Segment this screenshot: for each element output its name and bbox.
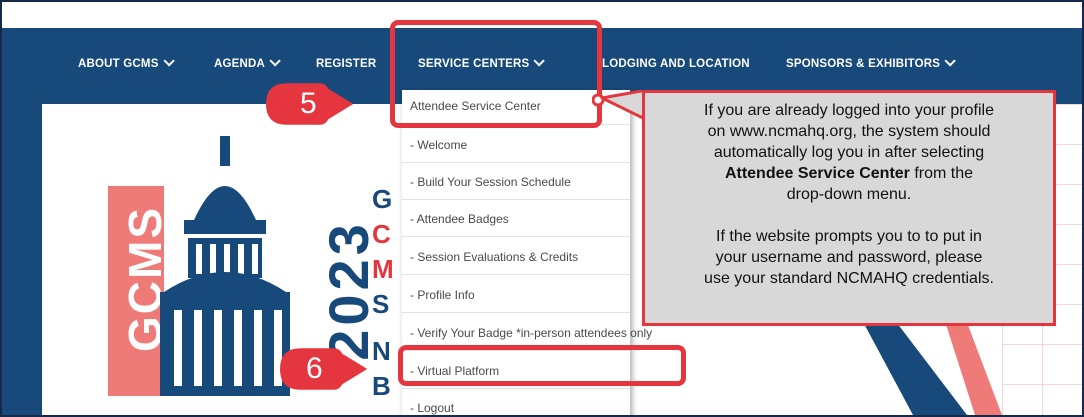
tooltip-spacer: [655, 205, 1043, 226]
tooltip-line: automatically log you in after selecting: [713, 144, 985, 161]
chevron-down-icon: [944, 55, 956, 67]
screenshot-frame: ABOUT GCMS AGENDA REGISTER SERVICE CENTE…: [0, 0, 1084, 417]
tooltip-line: on www.ncmahq.org, the system should: [707, 123, 991, 140]
highlight-service-centers: [390, 20, 602, 128]
nav-lodging-label: LODGING AND LOCATION: [602, 58, 750, 70]
dropdown-item-verify-badge[interactable]: - Verify Your Badge *in-person attendees…: [410, 326, 652, 340]
nav-about-label: ABOUT GCMS: [78, 58, 159, 70]
chevron-down-icon: [163, 55, 175, 67]
dropdown-item-build-schedule[interactable]: - Build Your Session Schedule: [410, 175, 571, 189]
tooltip-line: drop-down menu.: [786, 186, 912, 203]
logo-letter-4: S: [372, 289, 390, 319]
tooltip-line: your username and password, please: [715, 249, 983, 266]
dropdown-item-logout[interactable]: - Logout: [410, 401, 454, 415]
dropdown-item-attendee-badges[interactable]: - Attendee Badges: [410, 212, 509, 226]
tooltip-bold-text: Attendee Service Center: [724, 165, 910, 182]
dropdown-divider: [402, 162, 630, 163]
instruction-tooltip: If you are already logged into your prof…: [642, 90, 1056, 326]
nav-agenda-label: AGENDA: [214, 58, 266, 70]
nav-sponsors-label: SPONSORS & EXHIBITORS: [786, 58, 941, 70]
nav-lodging[interactable]: LODGING AND LOCATION: [602, 58, 750, 70]
dropdown-divider: [402, 274, 630, 275]
chevron-down-icon: [269, 55, 281, 67]
nav-agenda[interactable]: AGENDA: [214, 55, 281, 70]
step-6-badge-icon: [280, 348, 368, 390]
nav-register[interactable]: REGISTER: [316, 58, 376, 70]
dropdown-divider: [402, 388, 630, 389]
hero-left-band: [2, 104, 42, 415]
logo-words: G C M S N B: [372, 182, 394, 404]
highlight-virtual-platform: [398, 345, 686, 386]
tooltip-line: use your standard NCMAHQ credentials.: [704, 270, 994, 287]
tooltip-text: from the: [909, 165, 974, 182]
step-5-number: 5: [300, 87, 317, 120]
tooltip-line: If you are already logged into your prof…: [704, 102, 994, 119]
step-6-number: 6: [306, 352, 323, 385]
logo-letter-3: M: [372, 254, 394, 284]
dropdown-divider: [402, 236, 630, 237]
dropdown-divider: [402, 312, 630, 313]
tooltip-line: If the website prompts you to to put in: [716, 228, 982, 245]
nav-about-gcms[interactable]: ABOUT GCMS: [78, 55, 175, 70]
logo-letter-1: G: [372, 184, 393, 214]
dropdown-item-profile-info[interactable]: - Profile Info: [410, 288, 475, 302]
nav-sponsors[interactable]: SPONSORS & EXHIBITORS: [786, 55, 956, 70]
logo-letter-2: C: [372, 219, 391, 249]
logo-letter-5: N: [372, 336, 391, 366]
dropdown-divider: [402, 199, 630, 200]
dropdown-item-welcome[interactable]: - Welcome: [410, 138, 467, 152]
logo-letter-6: B: [372, 371, 391, 401]
dropdown-item-session-evaluations[interactable]: - Session Evaluations & Credits: [410, 250, 578, 264]
nav-register-label: REGISTER: [316, 58, 377, 70]
tooltip-line: Attendee Service Center from the: [655, 163, 1043, 184]
